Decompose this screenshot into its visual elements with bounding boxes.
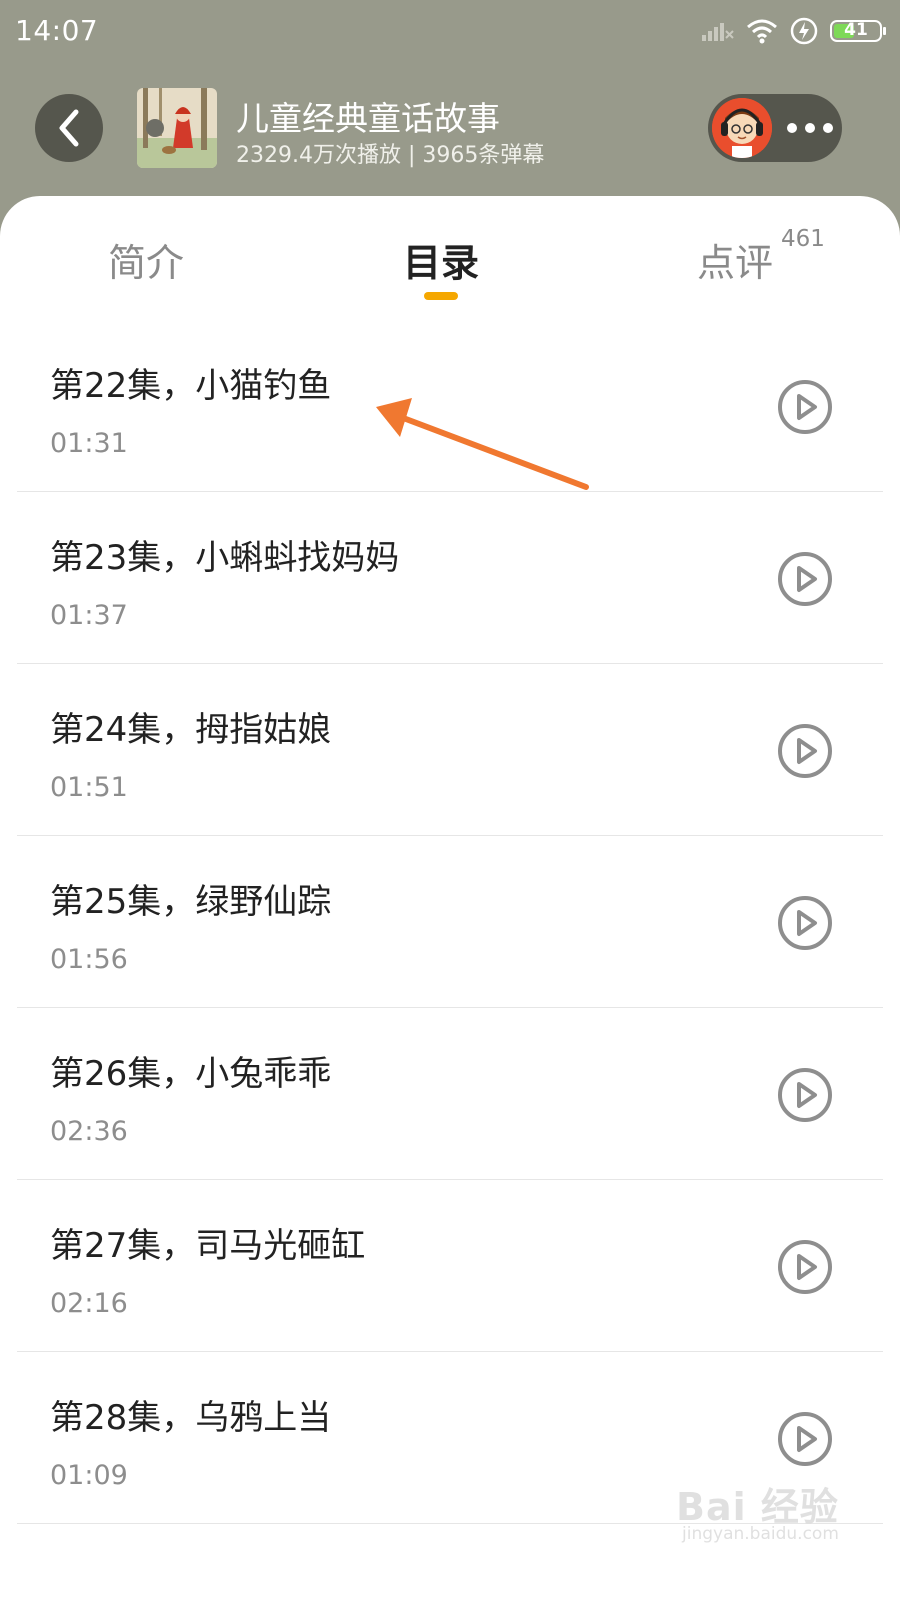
- charging-icon: [790, 17, 818, 45]
- episode-item[interactable]: 第27集，司马光砸缸 02:16: [17, 1180, 883, 1352]
- play-icon[interactable]: [777, 1067, 833, 1123]
- avatar[interactable]: [712, 98, 772, 158]
- episode-list: 第22集，小猫钓鱼 01:31 第23集，小蝌蚪找妈妈 01:37 第24集，拇…: [0, 320, 900, 1524]
- episode-title: 第24集，拇指姑娘: [50, 710, 332, 750]
- more-button[interactable]: [778, 94, 842, 162]
- episode-item[interactable]: 第23集，小蝌蚪找妈妈 01:37: [17, 492, 883, 664]
- episode-item[interactable]: 第22集，小猫钓鱼 01:31: [17, 320, 883, 492]
- watermark-sub: jingyan.baidu.com: [682, 1524, 839, 1544]
- episode-title: 第26集，小兔乖乖: [50, 1054, 332, 1094]
- content-sheet: 简介 目录 点评 461 第22集，小猫钓鱼 01:31 第23集，小蝌蚪找妈妈…: [0, 196, 900, 1600]
- battery-icon: 41: [830, 20, 886, 42]
- episode-item[interactable]: 第26集，小兔乖乖 02:36: [17, 1008, 883, 1180]
- play-icon[interactable]: [777, 723, 833, 779]
- signal-icon: [702, 23, 734, 41]
- wifi-icon: [747, 19, 777, 44]
- album-cover[interactable]: [137, 88, 217, 168]
- album-cover-image: [137, 88, 217, 168]
- tab-catalog[interactable]: 目录: [403, 232, 479, 287]
- play-icon[interactable]: [777, 895, 833, 951]
- episode-title: 第28集，乌鸦上当: [50, 1398, 332, 1438]
- active-tab-indicator: [424, 292, 458, 300]
- baidu-jingyan-watermark: Bai 经验 jingyan.baidu.com: [676, 1470, 886, 1555]
- play-icon[interactable]: [777, 1239, 833, 1295]
- album-title: 儿童经典童话故事: [236, 99, 500, 138]
- play-icon[interactable]: [777, 1411, 833, 1467]
- tab-reviews[interactable]: 点评: [697, 232, 773, 287]
- episode-duration: 01:56: [50, 944, 128, 975]
- episode-title: 第25集，绿野仙踪: [50, 882, 332, 922]
- tab-bar: 简介 目录 点评 461: [0, 196, 900, 316]
- battery-level: 41: [844, 20, 868, 40]
- tab-intro[interactable]: 简介: [108, 232, 184, 287]
- episode-duration: 01:51: [50, 772, 128, 803]
- episode-item[interactable]: 第24集，拇指姑娘 01:51: [17, 664, 883, 836]
- album-stats: 2329.4万次播放 | 3965条弹幕: [236, 143, 545, 168]
- play-icon[interactable]: [777, 379, 833, 435]
- more-dots-icon: [787, 123, 833, 133]
- episode-item[interactable]: 第25集，绿野仙踪 01:56: [17, 836, 883, 1008]
- episode-title: 第27集，司马光砸缸: [50, 1226, 366, 1266]
- episode-title: 第23集，小蝌蚪找妈妈: [50, 538, 400, 578]
- reviews-count-badge: 461: [781, 226, 825, 252]
- user-action-pill: [708, 94, 842, 162]
- status-icons: 41: [702, 14, 886, 48]
- avatar-image: [712, 98, 772, 158]
- play-icon[interactable]: [777, 551, 833, 607]
- back-chevron-icon: [59, 109, 79, 147]
- episode-duration: 02:36: [50, 1116, 128, 1147]
- episode-duration: 01:31: [50, 428, 128, 459]
- episode-duration: 02:16: [50, 1288, 128, 1319]
- back-button[interactable]: [35, 94, 103, 162]
- watermark-main: Bai 经验: [676, 1485, 839, 1529]
- episode-duration: 01:37: [50, 600, 128, 631]
- episode-title: 第22集，小猫钓鱼: [50, 366, 332, 406]
- status-bar: 14:07 41: [0, 0, 900, 62]
- status-time: 14:07: [15, 14, 99, 47]
- episode-duration: 01:09: [50, 1460, 128, 1491]
